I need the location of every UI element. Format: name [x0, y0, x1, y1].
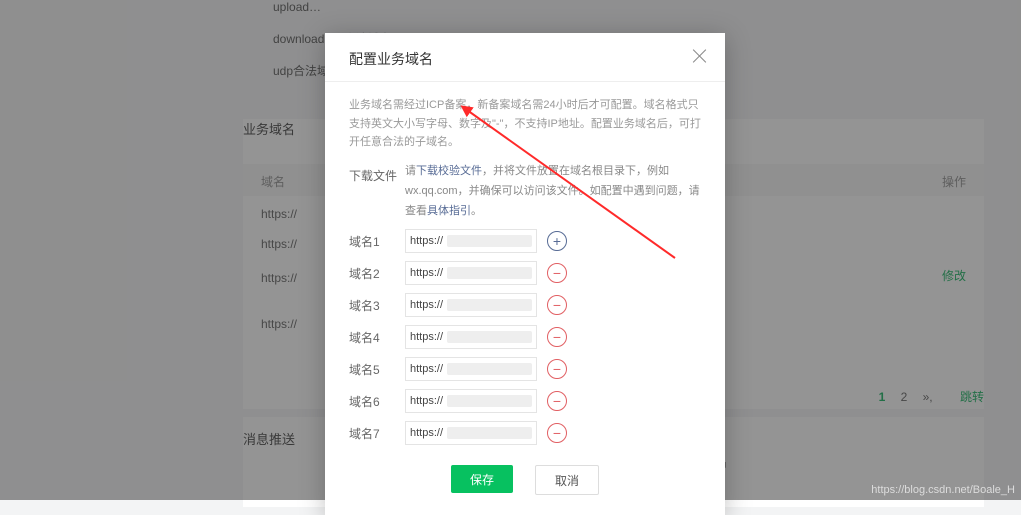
domain-input[interactable]: https:// [405, 261, 537, 285]
domain-prefix: https:// [406, 299, 447, 311]
cancel-button[interactable]: 取消 [535, 465, 599, 495]
watermark: https://blog.csdn.net/Boale_H [871, 484, 1015, 496]
domain-value-blur [447, 299, 532, 311]
domain-label: 域名4 [349, 329, 405, 346]
domain-label: 域名2 [349, 265, 405, 282]
domain-label: 域名3 [349, 297, 405, 314]
download-text: 。 [471, 205, 482, 217]
download-body: 请下载校验文件，并将文件放置在域名根目录下，例如wx.qq.com，并确保可以访… [405, 162, 701, 221]
domain-prefix: https:// [406, 395, 447, 407]
domain-value-blur [447, 331, 532, 343]
download-file-link[interactable]: 下载校验文件 [416, 165, 482, 177]
domain-value-blur [447, 427, 532, 439]
domain-row: 域名6https:// − [325, 385, 725, 417]
domain-row: 域名1https:// + [325, 225, 725, 257]
domain-value-blur [447, 395, 532, 407]
domain-value-blur [447, 363, 532, 375]
domain-prefix: https:// [406, 427, 447, 439]
domain-prefix: https:// [406, 331, 447, 343]
remove-domain-icon[interactable]: − [547, 391, 567, 411]
domain-prefix: https:// [406, 267, 447, 279]
remove-domain-icon[interactable]: − [547, 263, 567, 283]
domain-value-blur [447, 235, 532, 247]
domain-input[interactable]: https:// [405, 325, 537, 349]
modal-tip: 业务域名需经过ICP备案，新备案域名需24小时后才可配置。域名格式只支持英文大小… [325, 82, 725, 158]
domain-row: 域名5https:// − [325, 353, 725, 385]
domain-input[interactable]: https:// [405, 357, 537, 381]
remove-domain-icon[interactable]: − [547, 423, 567, 443]
download-row: 下载文件 请下载校验文件，并将文件放置在域名根目录下，例如wx.qq.com，并… [325, 158, 725, 225]
domain-input[interactable]: https:// [405, 389, 537, 413]
domain-row: 域名2https:// − [325, 257, 725, 289]
domain-label: 域名5 [349, 361, 405, 378]
domain-input[interactable]: https:// [405, 293, 537, 317]
add-domain-icon[interactable]: + [547, 231, 567, 251]
domain-input[interactable]: https:// [405, 421, 537, 445]
download-text: 请 [405, 165, 416, 177]
modal-header: 配置业务域名 [325, 33, 725, 82]
domain-prefix: https:// [406, 363, 447, 375]
domain-prefix: https:// [406, 235, 447, 247]
domain-input[interactable]: https:// [405, 229, 537, 253]
domain-label: 域名6 [349, 393, 405, 410]
modal-actions: 保存 取消 [325, 449, 725, 515]
domain-value-blur [447, 267, 532, 279]
close-icon[interactable] [691, 47, 709, 65]
domain-label: 域名1 [349, 233, 405, 250]
remove-domain-icon[interactable]: − [547, 359, 567, 379]
download-label: 下载文件 [349, 162, 405, 184]
remove-domain-icon[interactable]: − [547, 327, 567, 347]
domain-row: 域名7https:// − [325, 417, 725, 449]
config-domain-modal: 配置业务域名 业务域名需经过ICP备案，新备案域名需24小时后才可配置。域名格式… [325, 33, 725, 515]
modal-title: 配置业务域名 [349, 51, 433, 67]
remove-domain-icon[interactable]: − [547, 295, 567, 315]
domain-row: 域名4https:// − [325, 321, 725, 353]
save-button[interactable]: 保存 [451, 465, 513, 493]
domain-label: 域名7 [349, 425, 405, 442]
guide-link[interactable]: 具体指引 [427, 205, 471, 217]
domain-row: 域名3https:// − [325, 289, 725, 321]
